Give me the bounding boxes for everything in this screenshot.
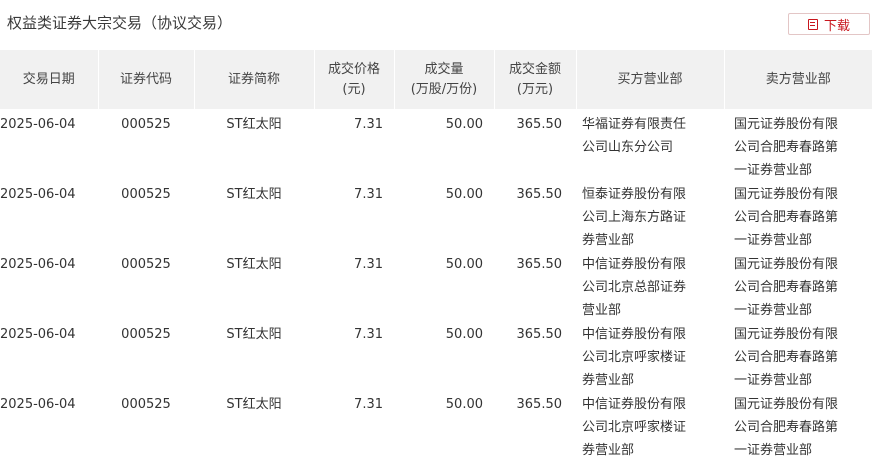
cell-buyer: 中信证券股份有限公司北京呼家楼证券营业部 [582, 327, 687, 388]
cell-volume: 50.00 [445, 187, 483, 202]
cell-code: 000525 [121, 187, 171, 202]
cell-amount: 365.50 [516, 257, 563, 272]
table-row: 2025-06-04 000525 ST红太阳 7.31 50.00 365.5… [0, 392, 872, 462]
cell-volume: 50.00 [445, 117, 483, 132]
col-header-date[interactable]: 交易日期 [0, 50, 99, 109]
cell-name: ST红太阳 [226, 117, 282, 132]
cell-amount: 365.50 [516, 327, 563, 342]
cell-amount: 365.50 [516, 117, 563, 132]
col-header-seller[interactable]: 卖方营业部 [724, 50, 872, 109]
cell-name: ST红太阳 [226, 257, 282, 272]
table-row: 2025-06-04 000525 ST红太阳 7.31 50.00 365.5… [0, 182, 872, 252]
block-trade-table: 交易日期 证券代码 证券简称 成交价格 (元) 成交量 (万股/万份) 成交金额 (万… [0, 50, 872, 462]
cell-volume: 50.00 [445, 327, 483, 342]
cell-amount: 365.50 [516, 187, 563, 202]
cell-price: 7.31 [354, 117, 383, 132]
cell-seller: 国元证券股份有限公司合肥寿春路第一证券营业部 [734, 117, 839, 178]
cell-buyer: 中信证券股份有限公司北京呼家楼证券营业部 [582, 397, 687, 458]
cell-code: 000525 [121, 117, 171, 132]
cell-seller: 国元证券股份有限公司合肥寿春路第一证券营业部 [734, 327, 839, 388]
cell-volume: 50.00 [445, 397, 483, 412]
cell-seller: 国元证券股份有限公司合肥寿春路第一证券营业部 [734, 187, 839, 248]
col-header-code[interactable]: 证券代码 [98, 50, 195, 109]
table-row: 2025-06-04 000525 ST红太阳 7.31 50.00 365.5… [0, 322, 872, 392]
col-header-amount[interactable]: 成交金额 (万元) [494, 50, 577, 109]
col-header-volume[interactable]: 成交量 (万股/万份) [394, 50, 495, 109]
cell-code: 000525 [121, 257, 171, 272]
cell-buyer: 中信证券股份有限公司北京总部证券营业部 [582, 257, 687, 318]
cell-code: 000525 [121, 327, 171, 342]
col-header-name[interactable]: 证券简称 [194, 50, 315, 109]
title-bar: 权益类证券大宗交易（协议交易） 下载 [0, 0, 872, 50]
cell-name: ST红太阳 [226, 327, 282, 342]
cell-amount: 365.50 [516, 397, 563, 412]
cell-price: 7.31 [354, 397, 383, 412]
cell-buyer: 华福证券有限责任公司山东分公司 [582, 117, 687, 155]
cell-date: 2025-06-04 [0, 257, 76, 272]
cell-seller: 国元证券股份有限公司合肥寿春路第一证券营业部 [734, 257, 839, 318]
cell-code: 000525 [121, 397, 171, 412]
col-header-price[interactable]: 成交价格 (元) [314, 50, 395, 109]
cell-price: 7.31 [354, 327, 383, 342]
cell-buyer: 恒泰证券股份有限公司上海东方路证券营业部 [582, 187, 687, 248]
document-icon [807, 18, 818, 30]
table-row: 2025-06-04 000525 ST红太阳 7.31 50.00 365.5… [0, 252, 872, 322]
cell-volume: 50.00 [445, 257, 483, 272]
cell-name: ST红太阳 [226, 397, 282, 412]
download-button[interactable]: 下载 [788, 13, 870, 35]
cell-date: 2025-06-04 [0, 397, 76, 412]
table-header-row: 交易日期 证券代码 证券简称 成交价格 (元) 成交量 (万股/万份) 成交金额 (万… [0, 50, 872, 109]
cell-date: 2025-06-04 [0, 187, 76, 202]
cell-date: 2025-06-04 [0, 327, 76, 342]
cell-price: 7.31 [354, 187, 383, 202]
cell-name: ST红太阳 [226, 187, 282, 202]
col-header-buyer[interactable]: 买方营业部 [576, 50, 725, 109]
page-title: 权益类证券大宗交易（协议交易） [7, 14, 233, 32]
download-label: 下载 [823, 18, 850, 34]
cell-price: 7.31 [354, 257, 383, 272]
cell-seller: 国元证券股份有限公司合肥寿春路第一证券营业部 [734, 397, 839, 458]
table-row: 2025-06-04 000525 ST红太阳 7.31 50.00 365.5… [0, 109, 872, 182]
cell-date: 2025-06-04 [0, 117, 76, 132]
